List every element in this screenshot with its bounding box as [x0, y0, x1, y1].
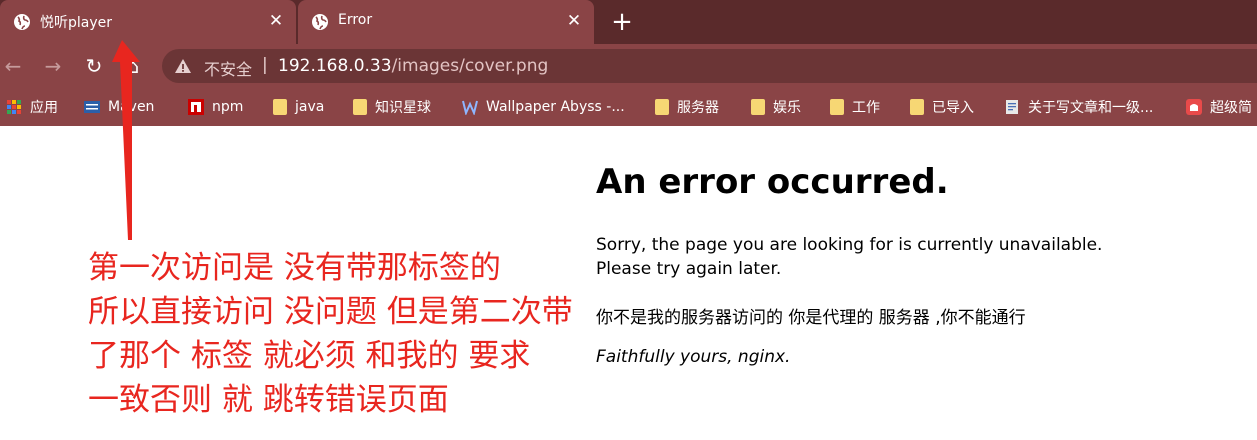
globe-icon — [14, 14, 30, 30]
browser-toolbar: ← → ↻ ⌂ 不安全 | 192.168.0.33/images/cover.… — [0, 44, 1257, 88]
bookmark-article[interactable]: 关于写文章和一级... — [1004, 97, 1153, 117]
tab-player[interactable]: 悦听player ✕ — [0, 0, 296, 44]
annotation-line: 第一次访问是 没有带那标签的 — [88, 250, 501, 286]
close-tab-icon[interactable]: ✕ — [266, 11, 286, 31]
folder-icon — [353, 99, 367, 115]
wallpaper-abyss-icon — [462, 100, 478, 115]
npm-icon — [188, 99, 204, 115]
globe-icon — [312, 14, 328, 30]
red-app-icon — [1186, 99, 1202, 115]
bookmark-npm[interactable]: npm — [188, 97, 243, 117]
folder-icon — [751, 99, 765, 115]
bookmark-label: 娱乐 — [773, 100, 801, 116]
folder-icon — [273, 99, 287, 115]
tab-error[interactable]: Error ✕ — [298, 0, 594, 44]
maven-icon — [84, 101, 100, 113]
custom-message: 你不是我的服务器访问的 你是代理的 服务器 ,你不能通行 — [596, 308, 1026, 328]
home-button[interactable]: ⌂ — [120, 53, 146, 79]
bookmark-apps[interactable]: 应用 — [6, 97, 58, 117]
annotation-text: 第一次访问是 没有带那标签的 所以直接访问 没问题 但是第二次带 了那个 标签 … — [88, 246, 573, 422]
url-text[interactable]: 192.168.0.33/images/cover.png — [278, 56, 548, 76]
security-label[interactable]: 不安全 — [204, 56, 252, 80]
close-tab-icon[interactable]: ✕ — [564, 11, 584, 31]
back-button[interactable]: ← — [0, 53, 26, 79]
bookmark-server[interactable]: 服务器 — [655, 97, 719, 117]
forward-button[interactable]: → — [40, 53, 66, 79]
error-message: Sorry, the page you are looking for is c… — [596, 233, 1102, 281]
annotation-line: 一致否则 就 跳转错误页面 — [88, 382, 449, 418]
bookmark-zhishixingqiu[interactable]: 知识星球 — [353, 97, 431, 117]
bookmark-label: 已导入 — [932, 100, 974, 116]
bookmarks-bar: 应用 Maven npm java 知识星球 Wallpaper Abyss -… — [0, 88, 1257, 126]
new-tab-button[interactable]: + — [608, 8, 636, 36]
bookmark-label: 超级简 — [1210, 100, 1252, 116]
bookmark-label: java — [295, 99, 325, 115]
tab-title: Error — [338, 12, 373, 28]
warning-icon[interactable] — [174, 57, 192, 75]
bookmark-label: 关于写文章和一级... — [1028, 100, 1154, 116]
bookmark-imported[interactable]: 已导入 — [910, 97, 974, 117]
bookmark-label: Wallpaper Abyss -... — [486, 99, 625, 115]
folder-icon — [655, 99, 669, 115]
annotation-line: 所以直接访问 没问题 但是第二次带 — [88, 294, 573, 330]
bookmark-label: 工作 — [852, 100, 880, 116]
bookmark-entertainment[interactable]: 娱乐 — [751, 97, 801, 117]
folder-icon — [910, 99, 924, 115]
reload-button[interactable]: ↻ — [81, 53, 107, 79]
nginx-signature: Faithfully yours, nginx. — [596, 347, 791, 367]
bookmark-wallpaper-abyss[interactable]: Wallpaper Abyss -... — [462, 97, 625, 117]
tab-title: 悦听player — [40, 15, 113, 31]
bookmark-java[interactable]: java — [273, 97, 324, 117]
bookmark-super[interactable]: 超级简 — [1186, 97, 1252, 117]
url-separator: | — [262, 55, 268, 75]
error-heading: An error occurred. — [596, 162, 949, 202]
tab-strip: 悦听player ✕ Error ✕ + — [0, 0, 1257, 44]
bookmark-label: 服务器 — [677, 100, 719, 116]
error-message-line: Please try again later. — [596, 259, 782, 279]
bookmark-work[interactable]: 工作 — [830, 97, 880, 117]
bookmark-label: 应用 — [30, 100, 58, 116]
address-bar[interactable]: 不安全 | 192.168.0.33/images/cover.png — [162, 49, 1257, 83]
annotation-line: 了那个 标签 就必须 和我的 要求 — [88, 338, 531, 374]
error-message-line: Sorry, the page you are looking for is c… — [596, 235, 1103, 255]
folder-icon — [830, 99, 844, 115]
bookmark-label: 知识星球 — [375, 100, 431, 116]
apps-grid-icon — [7, 100, 21, 114]
bookmark-label: Maven — [108, 99, 155, 115]
bookmark-maven[interactable]: Maven — [84, 97, 154, 117]
url-host: 192.168.0.33 — [278, 56, 392, 76]
bookmark-label: npm — [212, 99, 244, 115]
url-path: /images/cover.png — [391, 56, 549, 76]
page-icon — [1006, 100, 1018, 114]
